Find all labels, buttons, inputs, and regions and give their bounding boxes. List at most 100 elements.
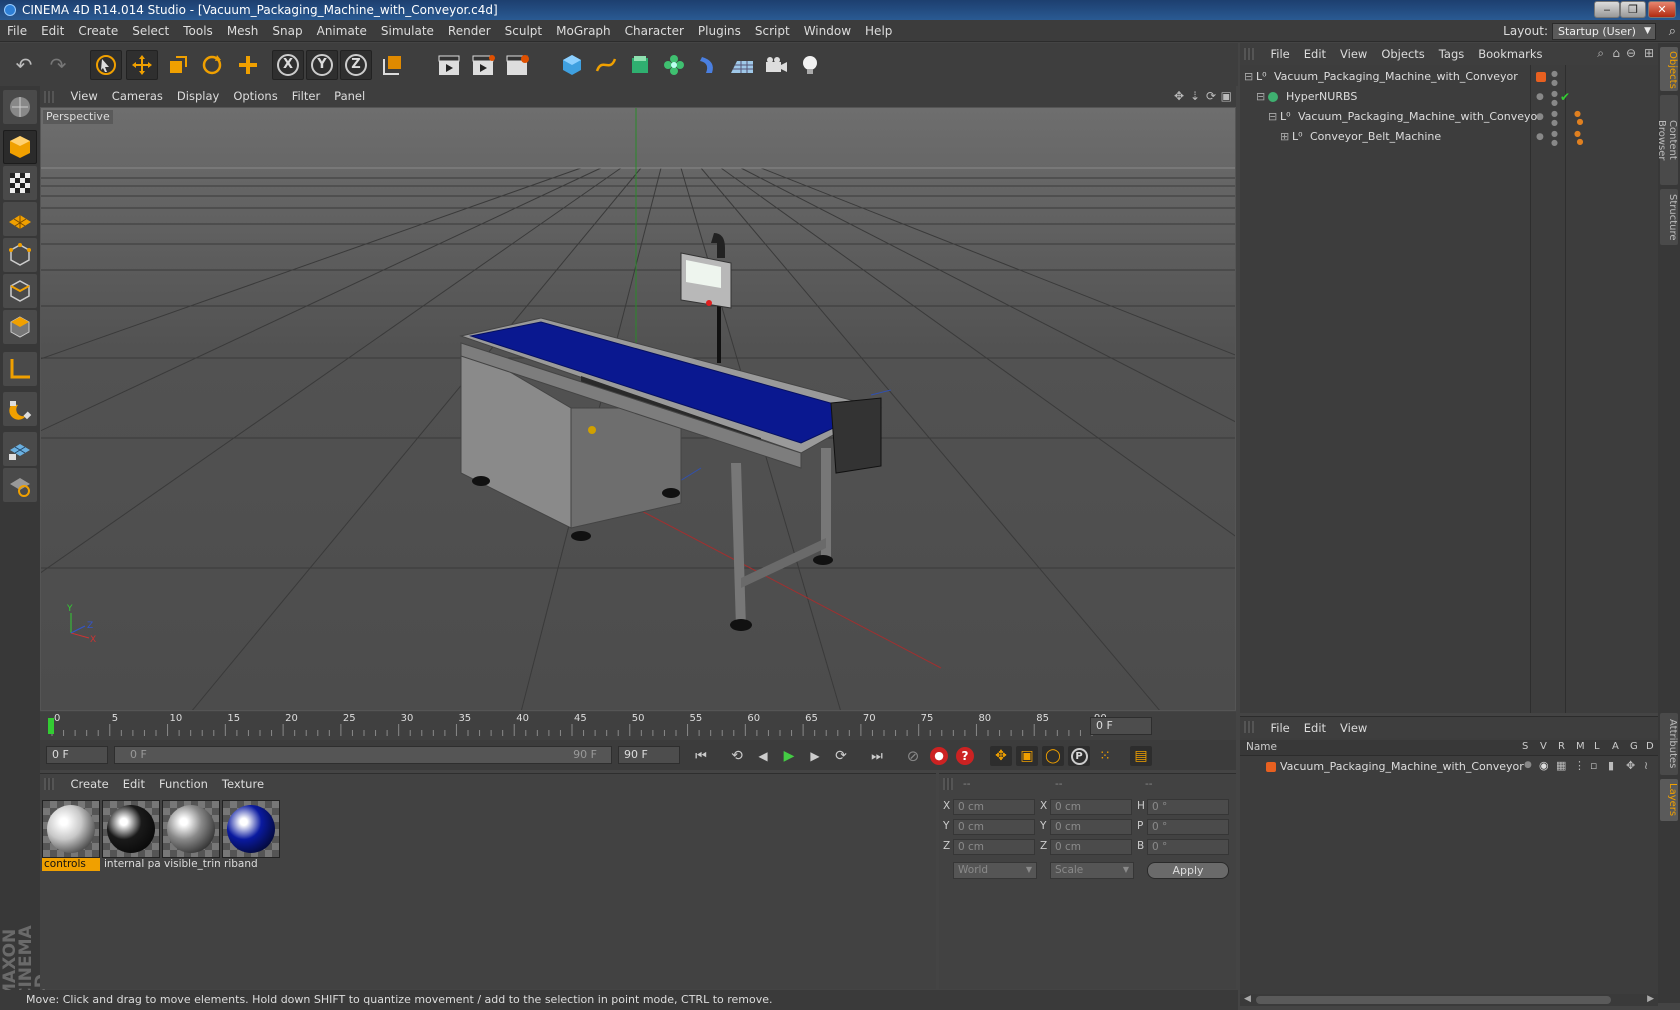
planar-workplane-button[interactable] [3, 468, 37, 502]
layer-row[interactable]: Vacuum_Packaging_Machine_with_Conveyor ●… [1240, 758, 1658, 776]
tab-layers[interactable]: Layers [1660, 779, 1678, 821]
key-scale-button[interactable]: ▣ [1016, 746, 1038, 766]
link-icon[interactable]: ⊖ [1626, 46, 1636, 60]
visibility-dots-icon[interactable]: ● ● [1551, 89, 1558, 107]
menu-tools[interactable]: Tools [176, 20, 220, 42]
scale-tool-button[interactable] [162, 50, 194, 80]
layer-menu-view[interactable]: View [1333, 717, 1374, 739]
menu-create[interactable]: Create [71, 20, 125, 42]
frame-range-slider[interactable]: 0 F 90 F [114, 746, 612, 764]
menu-render[interactable]: Render [441, 20, 498, 42]
rotation-p-field[interactable]: 0 ° [1147, 819, 1229, 835]
object-row[interactable]: ⊟ L⁰ Vacuum_Packaging_Machine_with_Conve… [1240, 107, 1658, 127]
key-rotation-button[interactable]: ◯ [1042, 746, 1064, 766]
workplane-lock-button[interactable] [3, 432, 37, 466]
render-to-picture-viewer-button[interactable] [468, 50, 500, 80]
solo-dot[interactable]: ● [1524, 760, 1532, 770]
new-panel-icon[interactable]: ⊞ [1644, 46, 1654, 60]
material-tag-icon[interactable]: ● ● [1574, 110, 1584, 126]
last-tool-button[interactable] [232, 50, 264, 80]
menu-mograph[interactable]: MoGraph [549, 20, 618, 42]
render-column-header[interactable]: R [1558, 741, 1565, 752]
object-menu-objects[interactable]: Objects [1374, 43, 1431, 65]
object-menu-bookmarks[interactable]: Bookmarks [1471, 43, 1549, 65]
move-tool-button[interactable] [126, 50, 158, 80]
expand-icon[interactable]: ⊞ [1280, 127, 1289, 147]
size-x-field[interactable]: 0 cm [1050, 799, 1132, 815]
z-axis-lock-button[interactable]: Z [340, 50, 372, 80]
tab-objects[interactable]: Objects [1660, 47, 1678, 91]
live-selection-button[interactable] [90, 50, 122, 80]
min-frame-field[interactable]: 0 F [46, 746, 108, 764]
key-pla-button[interactable]: ⁙ [1094, 746, 1116, 766]
horizontal-scrollbar[interactable]: ◀ ▶ [1240, 994, 1658, 1006]
render-view-button[interactable] [434, 50, 466, 80]
view-column-header[interactable]: V [1540, 741, 1547, 752]
coordinate-space-dropdown[interactable]: World ▼ [953, 862, 1037, 879]
rotate-tool-button[interactable] [196, 50, 228, 80]
menu-mesh[interactable]: Mesh [220, 20, 266, 42]
material-swatch[interactable]: riband [222, 800, 282, 872]
timeline-ruler[interactable]: 051015202530354045505560657075808590 0 F [40, 712, 1236, 740]
max-frame-field[interactable]: 90 F [618, 746, 680, 764]
key-parameter-button[interactable]: P [1068, 746, 1090, 766]
menu-animate[interactable]: Animate [310, 20, 374, 42]
perspective-viewport[interactable]: Y X Z Perspective [40, 107, 1236, 711]
help-keyframe-button[interactable]: ? [954, 746, 976, 766]
apply-button[interactable]: Apply [1147, 862, 1229, 879]
object-row[interactable]: ⊞ L⁰ Conveyor_Belt_Machine ● ● ● ● ● [1240, 127, 1658, 147]
render-icon[interactable]: ▦ [1556, 759, 1566, 772]
viewport-rotate-icon[interactable]: ⟳ [1206, 89, 1216, 103]
edges-mode-button[interactable] [3, 274, 37, 308]
autokeying-button[interactable]: ● [928, 746, 950, 766]
x-axis-lock-button[interactable]: X [272, 50, 304, 80]
layer-color-swatch[interactable] [1266, 762, 1276, 772]
timeline-window-button[interactable]: ▤ [1130, 746, 1152, 766]
next-frame-button[interactable]: ▶ [804, 746, 826, 766]
material-menu-edit[interactable]: Edit [116, 774, 152, 794]
viewport-menu-panel[interactable]: Panel [327, 86, 372, 107]
object-menu-view[interactable]: View [1333, 43, 1374, 65]
viewport-menu-cameras[interactable]: Cameras [105, 86, 170, 107]
generators-column-header[interactable]: G [1630, 741, 1638, 752]
deformer-icon[interactable]: ≀ [1644, 759, 1648, 772]
scrollbar-thumb[interactable] [1256, 996, 1611, 1004]
solo-column-header[interactable]: S [1522, 741, 1528, 752]
minimize-button[interactable]: ‒ [1594, 1, 1620, 18]
polygons-mode-button[interactable] [3, 310, 37, 344]
position-x-field[interactable]: 0 cm [953, 799, 1035, 815]
coordinate-system-button[interactable] [376, 50, 408, 80]
material-menu-texture[interactable]: Texture [215, 774, 271, 794]
menu-sculpt[interactable]: Sculpt [498, 20, 549, 42]
add-camera-button[interactable] [760, 50, 792, 80]
play-button[interactable]: ▶ [778, 746, 800, 766]
tab-structure[interactable]: Structure [1660, 189, 1678, 245]
menu-snap[interactable]: Snap [265, 20, 309, 42]
scroll-left-icon[interactable]: ◀ [1244, 994, 1251, 1004]
material-tag-icon[interactable]: ● ● [1574, 130, 1584, 146]
size-z-field[interactable]: 0 cm [1050, 839, 1132, 855]
previous-frame-button[interactable]: ◀ [752, 746, 774, 766]
add-spline-button[interactable] [590, 50, 622, 80]
key-position-button[interactable]: ✥ [990, 746, 1012, 766]
model-mode-button[interactable] [3, 130, 37, 164]
size-mode-dropdown[interactable]: Scale ▼ [1050, 862, 1134, 879]
current-frame-field[interactable]: 0 F [1090, 717, 1152, 735]
manager-column-header[interactable]: M [1576, 741, 1585, 752]
layer-menu-edit[interactable]: Edit [1297, 717, 1333, 739]
menu-select[interactable]: Select [125, 20, 176, 42]
collapse-icon[interactable]: ⊟ [1244, 67, 1253, 87]
layer-color-swatch[interactable] [1536, 72, 1546, 82]
viewport-zoom-icon[interactable]: ⇣ [1190, 89, 1200, 103]
material-swatch[interactable]: controls [42, 800, 102, 872]
go-to-end-button[interactable]: ⏭ [866, 746, 888, 766]
object-menu-tags[interactable]: Tags [1432, 43, 1471, 65]
add-cube-button[interactable] [556, 50, 588, 80]
rotation-h-field[interactable]: 0 ° [1147, 799, 1229, 815]
axis-mode-button[interactable] [3, 352, 37, 386]
eye-icon[interactable]: ◉ [1539, 759, 1549, 772]
editor-visibility-dot[interactable]: ● [1536, 127, 1544, 147]
name-column-header[interactable]: Name [1246, 741, 1277, 753]
redo-button[interactable]: ↷ [42, 50, 74, 80]
size-y-field[interactable]: 0 cm [1050, 819, 1132, 835]
